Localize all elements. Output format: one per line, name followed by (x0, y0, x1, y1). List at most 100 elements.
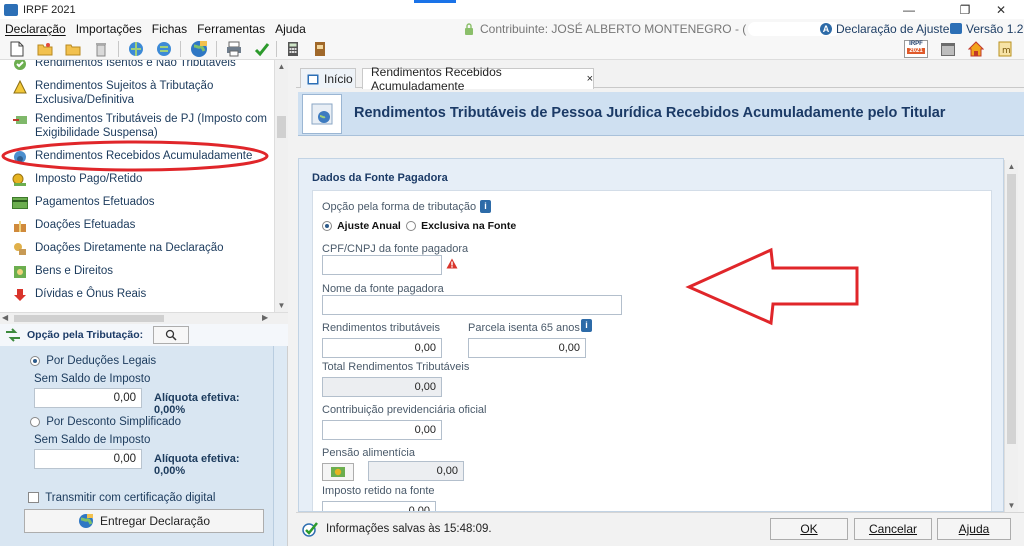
content-vertical-scrollbar[interactable]: ▲ ▼ (1004, 160, 1018, 512)
menu-ferramentas[interactable]: Ferramentas (192, 22, 270, 36)
open-folder-icon[interactable] (36, 40, 54, 58)
calculator-icon[interactable] (284, 40, 302, 58)
help-book-icon[interactable]: m (996, 40, 1014, 58)
globe-send-icon[interactable] (127, 40, 145, 58)
radio-ajuste-dot[interactable] (322, 221, 332, 232)
scroll-thumb[interactable] (277, 116, 286, 138)
nav-item-doacoes-declaracao[interactable]: Doações Diretamente na Declaração (11, 241, 271, 257)
nav-item-exclusiva[interactable]: Rendimentos Sujeitos à Tributação Exclus… (11, 79, 271, 107)
tab-inicio-label: Início (324, 71, 353, 86)
tab-inicio[interactable]: Início (300, 68, 356, 88)
menu-fichas[interactable]: Fichas (147, 22, 192, 36)
scroll-right-icon[interactable]: ▶ (262, 313, 268, 322)
ok-button[interactable]: OK (770, 518, 848, 540)
tributacao-header-label: Opção pela Tributação: (27, 329, 144, 341)
annotation-arrow (685, 247, 859, 326)
folder-icon[interactable] (64, 40, 82, 58)
nome-input[interactable] (322, 295, 622, 315)
calendar-icon[interactable] (939, 40, 957, 58)
minimize-button[interactable]: — (886, 0, 932, 19)
money-icon (331, 467, 345, 477)
info-icon[interactable]: i (480, 200, 491, 213)
contribuinte-info: Contribuinte: JOSÉ ALBERTO MONTENEGRO - … (464, 19, 841, 38)
nav-item-label: Rendimentos Tributáveis de PJ (Imposto c… (35, 113, 268, 139)
cpf-input[interactable] (322, 255, 442, 275)
pensao-detail-button[interactable] (322, 463, 354, 481)
section-title: Dados da Fonte Pagadora (312, 172, 448, 184)
radio-deducoes-dot[interactable] (30, 355, 40, 366)
nav-item-pagamentos[interactable]: Pagamentos Efetuados (11, 195, 271, 211)
toolbar-separator (180, 41, 181, 57)
close-button[interactable]: ✕ (978, 0, 1024, 19)
home-icon[interactable] (967, 40, 985, 58)
nav-vertical-scrollbar[interactable]: ▲ ▼ (274, 60, 288, 312)
declaracao-tipo-label: Declaração de Ajuste (836, 21, 950, 36)
printer-icon[interactable] (225, 40, 243, 58)
imposto-input[interactable]: 0,00 (322, 501, 436, 511)
scroll-up-icon[interactable]: ▲ (275, 62, 288, 71)
simplificado-value-field: 0,00 (34, 449, 142, 469)
help-label: Ajuda (958, 522, 990, 536)
radio-deducoes[interactable]: Por Deduções Legais (30, 355, 156, 367)
radio-simplificado[interactable]: Por Desconto Simplificado (30, 416, 181, 428)
annotation-ellipse (1, 140, 269, 172)
tributacao-icon (5, 328, 21, 342)
radio-simplificado-dot[interactable] (30, 416, 40, 427)
scroll-left-icon[interactable]: ◀ (2, 313, 8, 322)
cpf-label: CPF/CNPJ da fonte pagadora (322, 243, 469, 255)
nav-item-bens[interactable]: Bens e Direitos (11, 264, 271, 280)
coin-icon (11, 172, 29, 188)
menu-declaracao[interactable]: Declaração (0, 22, 71, 36)
parcela-input[interactable]: 0,00 (468, 338, 586, 358)
nav-item-label: Rendimentos Sujeitos à Tributação Exclus… (35, 80, 214, 106)
globe-send-icon (78, 513, 94, 529)
toolbar-separator (216, 41, 217, 57)
tab-acumuladamente[interactable]: Rendimentos Recebidos Acumuladamente × (362, 65, 594, 93)
irpf-logo-icon[interactable]: IRPF 2021 (904, 40, 928, 58)
cancel-button[interactable]: Cancelar (854, 518, 932, 540)
book-icon[interactable] (311, 40, 329, 58)
world-icon[interactable] (190, 40, 208, 58)
nav-item-imposto-pago[interactable]: Imposto Pago/Retido (11, 172, 271, 188)
rend-trib-input[interactable]: 0,00 (322, 338, 442, 358)
nav-horizontal-scrollbar[interactable]: ◀ ▶ (0, 312, 288, 324)
saved-status-icon (302, 521, 320, 537)
toolbar-separator (118, 41, 119, 57)
nav-item-dividas[interactable]: Dívidas e Ônus Reais (11, 287, 271, 303)
globe-receive-icon[interactable] (155, 40, 173, 58)
pensao-value: 0,00 (368, 461, 464, 481)
radio-simplificado-label: Por Desconto Simplificado (46, 416, 182, 428)
nav-item-exigibilidade[interactable]: Rendimentos Tributáveis de PJ (Imposto c… (11, 112, 271, 140)
scroll-down-icon[interactable]: ▼ (1005, 501, 1018, 510)
declaracao-tipo[interactable]: A Declaração de Ajuste (820, 19, 949, 38)
scroll-thumb[interactable] (1007, 174, 1016, 444)
certificado-checkbox[interactable] (28, 492, 39, 504)
home-tab-icon (307, 73, 319, 85)
info-icon[interactable]: i (581, 319, 592, 332)
radio-exclusiva-dot[interactable] (406, 221, 416, 232)
down-arrow-icon (11, 287, 29, 303)
nav-tree: Rendimentos Isentos e Não Tributáveis Re… (0, 60, 288, 324)
nav-item-doacoes[interactable]: Doações Efetuadas (11, 218, 271, 234)
scroll-hthumb[interactable] (14, 315, 164, 322)
entregar-declaracao-button[interactable]: Entregar Declaração (24, 509, 264, 533)
checkmark-icon[interactable] (253, 40, 271, 58)
tab-close-icon[interactable]: × (587, 73, 593, 85)
menu-importacoes[interactable]: Importações (71, 22, 147, 36)
trash-icon[interactable] (92, 40, 110, 58)
contrib-input[interactable]: 0,00 (322, 420, 442, 440)
search-button[interactable] (153, 326, 190, 344)
menu-ajuda[interactable]: Ajuda (270, 22, 311, 36)
new-file-icon[interactable] (8, 40, 26, 58)
radio-exclusiva-fonte[interactable]: Exclusiva na Fonte (406, 220, 516, 232)
tab-acumuladamente-label: Rendimentos Recebidos Acumuladamente (371, 65, 502, 93)
scroll-up-icon[interactable]: ▲ (1005, 162, 1018, 171)
scroll-down-icon[interactable]: ▼ (275, 301, 288, 310)
nav-item-isentos[interactable]: Rendimentos Isentos e Não Tributáveis (11, 60, 271, 72)
toolbar-separator (276, 41, 277, 57)
tributacao-header: Opção pela Tributação: (0, 324, 288, 346)
irpf-logo-line1: IRPF (909, 41, 923, 47)
certificado-checkbox-row[interactable]: Transmitir com certificação digital (28, 492, 215, 504)
help-button[interactable]: Ajuda (937, 518, 1011, 540)
radio-ajuste-anual[interactable]: Ajuste Anual (322, 220, 401, 232)
